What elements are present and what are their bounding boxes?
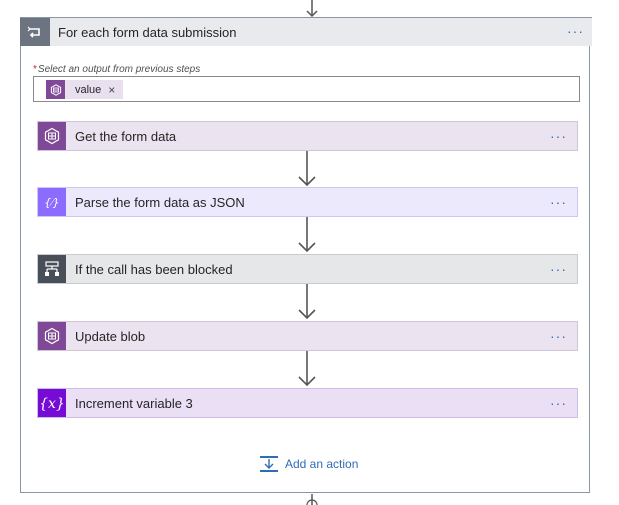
foreach-scope-card: For each form data submission ··· *Selec… xyxy=(20,17,592,493)
connector-arrow xyxy=(298,217,316,253)
action-label: Parse the form data as JSON xyxy=(75,195,245,210)
action-card-parse-json[interactable]: {⁄} Parse the form data as JSON ··· xyxy=(37,187,578,217)
action-label: Get the form data xyxy=(75,129,177,144)
svg-text:{x}: {x} xyxy=(41,396,63,412)
add-action-button[interactable]: Add an action xyxy=(259,455,358,473)
output-selector-label-text: Select an output from previous steps xyxy=(37,64,201,75)
action-more-button[interactable]: ··· xyxy=(550,195,567,209)
data-operations-icon: {⁄} xyxy=(38,188,66,216)
variable-icon: {x} xyxy=(38,389,66,417)
add-action-label: Add an action xyxy=(285,457,359,471)
foreach-header[interactable]: For each form data submission ··· xyxy=(20,17,592,46)
action-more-button[interactable]: ··· xyxy=(550,329,567,343)
loop-icon xyxy=(20,18,50,46)
blob-storage-icon xyxy=(38,122,66,150)
action-card-update-blob[interactable]: Update blob ··· xyxy=(37,321,578,351)
connector-arrow xyxy=(298,151,316,187)
value-token[interactable]: value × xyxy=(46,80,123,99)
token-remove-icon[interactable]: × xyxy=(108,83,115,97)
action-more-button[interactable]: ··· xyxy=(550,129,567,143)
required-asterisk: * xyxy=(33,64,37,75)
action-label: Increment variable 3 xyxy=(75,396,193,411)
blob-storage-icon xyxy=(46,80,65,99)
blob-storage-icon xyxy=(38,322,66,350)
action-label: Update blob xyxy=(75,329,146,344)
connector-arrow xyxy=(298,284,316,320)
action-card-increment-variable[interactable]: {x} Increment variable 3 ··· xyxy=(37,388,578,418)
outgoing-connector xyxy=(306,494,318,505)
output-selector-input[interactable]: value × xyxy=(33,76,580,102)
condition-icon xyxy=(38,255,66,283)
action-card-condition[interactable]: If the call has been blocked ··· xyxy=(37,254,578,284)
token-label: value xyxy=(75,83,102,96)
action-more-button[interactable]: ··· xyxy=(550,396,567,410)
add-action-icon xyxy=(260,456,278,472)
output-selector-label: *Select an output from previous steps xyxy=(33,64,200,75)
foreach-more-button[interactable]: ··· xyxy=(567,24,584,38)
action-more-button[interactable]: ··· xyxy=(550,262,567,276)
foreach-title: For each form data submission xyxy=(58,25,237,40)
incoming-connector-arrow xyxy=(306,0,318,18)
action-card-get-form-data[interactable]: Get the form data ··· xyxy=(37,121,578,151)
action-label: If the call has been blocked xyxy=(75,262,233,277)
connector-arrow xyxy=(298,351,316,387)
svg-text:{⁄}: {⁄} xyxy=(44,196,59,209)
